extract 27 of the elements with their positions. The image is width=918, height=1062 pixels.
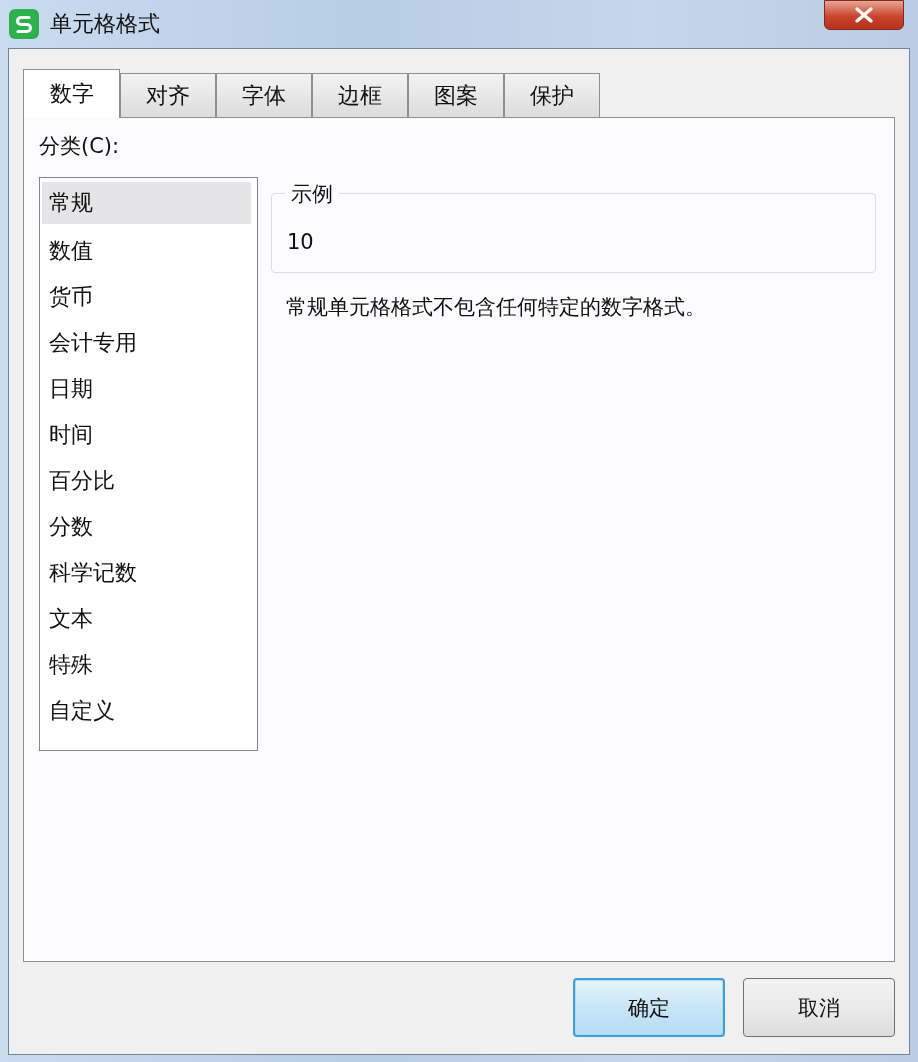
- close-button[interactable]: [824, 0, 904, 30]
- category-item[interactable]: 科学记数: [42, 550, 251, 596]
- category-item[interactable]: 常规: [42, 182, 251, 224]
- window-title: 单元格格式: [50, 10, 160, 38]
- category-item[interactable]: 分数: [42, 504, 251, 550]
- tab[interactable]: 图案: [408, 73, 504, 117]
- tab[interactable]: 对齐: [120, 73, 216, 117]
- ok-button[interactable]: 确定: [573, 978, 725, 1037]
- format-description: 常规单元格格式不包含任何特定的数字格式。: [286, 294, 707, 321]
- category-item[interactable]: 会计专用: [42, 320, 251, 366]
- category-label: 分类(C):: [39, 133, 121, 160]
- category-item[interactable]: 日期: [42, 366, 251, 412]
- category-item[interactable]: 百分比: [42, 458, 251, 504]
- tab[interactable]: 保护: [504, 73, 600, 117]
- tab[interactable]: 边框: [312, 73, 408, 117]
- category-item[interactable]: 自定义: [42, 688, 251, 734]
- category-item[interactable]: 时间: [42, 412, 251, 458]
- category-item[interactable]: 文本: [42, 596, 251, 642]
- category-item[interactable]: 特殊: [42, 642, 251, 688]
- category-item[interactable]: 货币: [42, 274, 251, 320]
- app-logo-icon: [8, 8, 40, 40]
- sample-value: 10: [287, 230, 314, 254]
- cancel-button[interactable]: 取消: [743, 978, 895, 1037]
- tab[interactable]: 字体: [216, 73, 312, 117]
- close-icon: [854, 7, 874, 23]
- tab[interactable]: 数字: [23, 69, 120, 118]
- category-item[interactable]: 数值: [42, 228, 251, 274]
